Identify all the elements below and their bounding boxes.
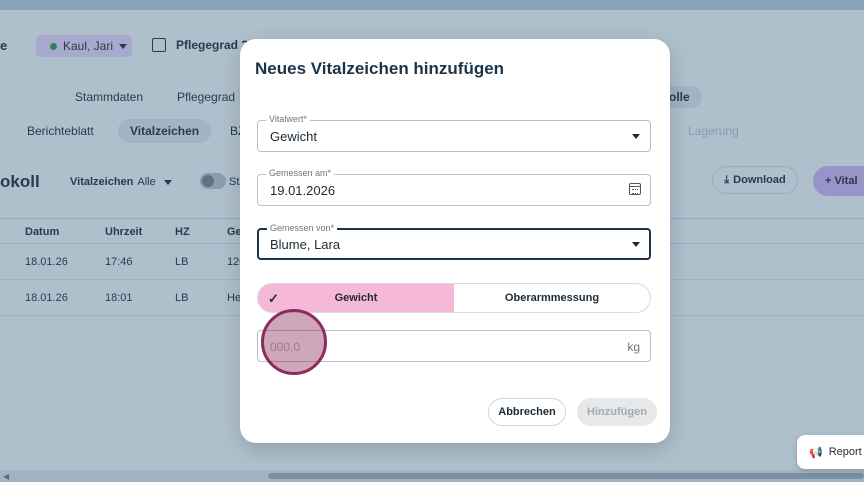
- vitalwert-value: Gewicht: [270, 129, 317, 144]
- vitalwert-select[interactable]: Vitalwert* Gewicht: [257, 114, 651, 152]
- date-value: 19.01.2026: [270, 183, 336, 198]
- report-label: Report a: [828, 446, 864, 458]
- measured-by-select[interactable]: Gemessen von* Blume, Lara: [257, 223, 651, 260]
- chevron-down-icon: [632, 134, 640, 139]
- megaphone-icon: 📢: [809, 446, 823, 459]
- measurement-type-toggle: ✓ Gewicht Oberarmmessung: [257, 283, 651, 313]
- segment-oberarm-label: Oberarmmessung: [504, 292, 600, 304]
- date-label: Gemessen am*: [266, 168, 335, 178]
- check-icon: ✓: [268, 291, 279, 306]
- measured-by-value: Blume, Lara: [270, 237, 341, 252]
- cancel-button[interactable]: Abbrechen: [488, 398, 566, 426]
- vitalwert-label: Vitalwert*: [266, 114, 310, 124]
- report-button[interactable]: 📢 Report a: [797, 435, 864, 469]
- dialog-title: Neues Vitalzeichen hinzufügen: [255, 59, 505, 78]
- touch-indicator: [261, 309, 327, 375]
- weight-unit: kg: [627, 340, 640, 354]
- segment-gewicht[interactable]: ✓ Gewicht: [258, 284, 454, 312]
- date-field[interactable]: Gemessen am* 19.01.2026: [257, 168, 651, 206]
- measured-by-label: Gemessen von*: [267, 223, 338, 233]
- calendar-icon[interactable]: [629, 183, 641, 195]
- add-vital-dialog: Neues Vitalzeichen hinzufügen Vitalwert*…: [240, 39, 670, 443]
- add-button[interactable]: Hinzufügen: [577, 398, 657, 426]
- segment-oberarmmessung[interactable]: Oberarmmessung: [454, 284, 650, 312]
- chevron-down-icon: [632, 242, 640, 247]
- segment-gewicht-label: Gewicht: [334, 292, 378, 304]
